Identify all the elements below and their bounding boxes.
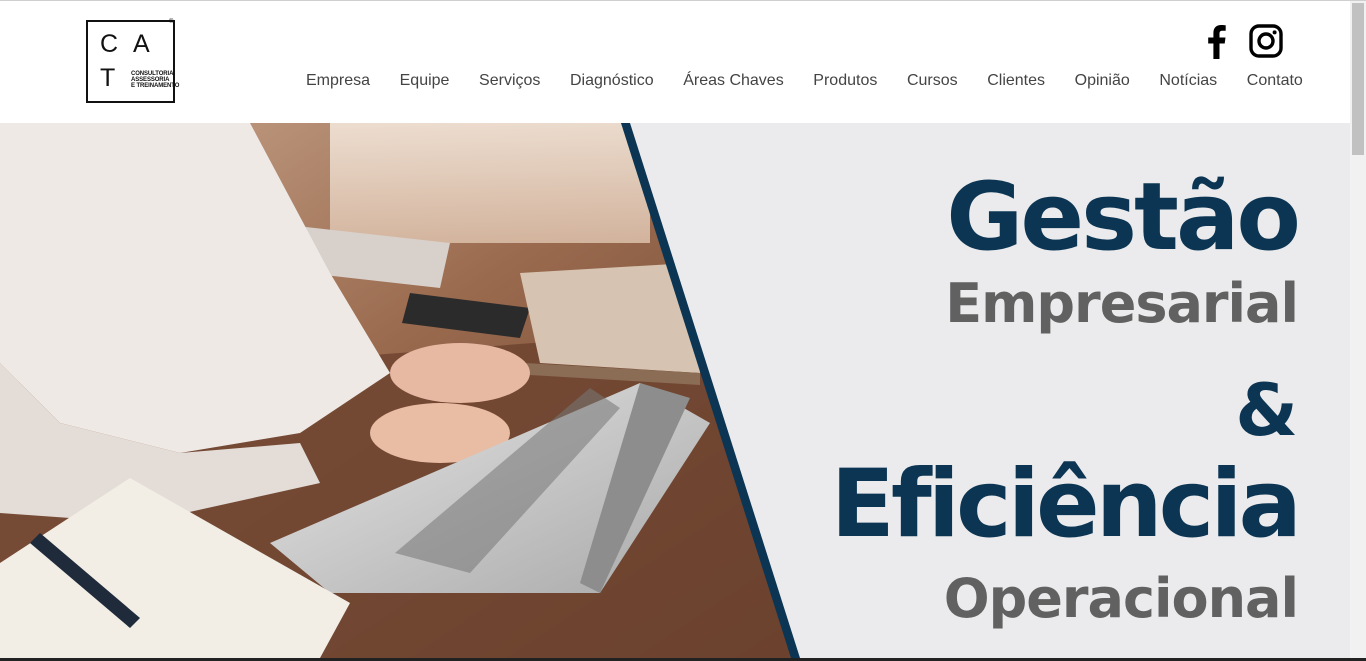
logo-subtitle: CONSULTORIA ASSESSORIA E TREINAMENTO xyxy=(131,71,180,89)
nav-item-diagnostico[interactable]: Diagnóstico xyxy=(570,72,654,90)
page-scrollbar[interactable] xyxy=(1350,1,1366,658)
logo-letter-a: A xyxy=(133,30,150,58)
nav-item-noticias[interactable]: Notícias xyxy=(1159,72,1217,90)
logo-letter-t: T xyxy=(100,64,116,92)
registered-mark: ® xyxy=(169,19,174,25)
hero-title-gestao: Gestão xyxy=(946,163,1301,272)
hero-title-operacional: Operacional xyxy=(943,567,1299,630)
cat-logo[interactable]: C A T CONSULTORIA ASSESSORIA E TREINAMEN… xyxy=(86,20,179,103)
hero-banner: Gestão Empresarial & Eficiência Operacio… xyxy=(0,123,1350,658)
nav-item-areas-chaves[interactable]: Áreas Chaves xyxy=(683,72,784,90)
site-header: C A T CONSULTORIA ASSESSORIA E TREINAMEN… xyxy=(0,1,1350,123)
nav-item-cursos[interactable]: Cursos xyxy=(907,72,958,90)
nav-item-contato[interactable]: Contato xyxy=(1247,72,1303,90)
nav-item-servicos[interactable]: Serviços xyxy=(479,72,540,90)
scrollbar-thumb[interactable] xyxy=(1352,3,1364,155)
nav-item-empresa[interactable]: Empresa xyxy=(306,72,370,90)
hero-title-empresarial: Empresarial xyxy=(945,272,1299,335)
nav-item-produtos[interactable]: Produtos xyxy=(813,72,877,90)
nav-item-clientes[interactable]: Clientes xyxy=(987,72,1045,90)
nav-item-equipe[interactable]: Equipe xyxy=(400,72,450,90)
hero-ampersand: & xyxy=(1235,368,1298,452)
nav-item-opiniao[interactable]: Opinião xyxy=(1075,72,1130,90)
logo-letter-c: C xyxy=(100,30,119,58)
main-nav: Empresa Equipe Serviços Diagnóstico Área… xyxy=(306,72,1303,90)
facebook-icon[interactable] xyxy=(1203,23,1229,59)
instagram-icon[interactable] xyxy=(1249,24,1283,60)
hero-title-eficiencia: Eficiência xyxy=(830,450,1302,559)
